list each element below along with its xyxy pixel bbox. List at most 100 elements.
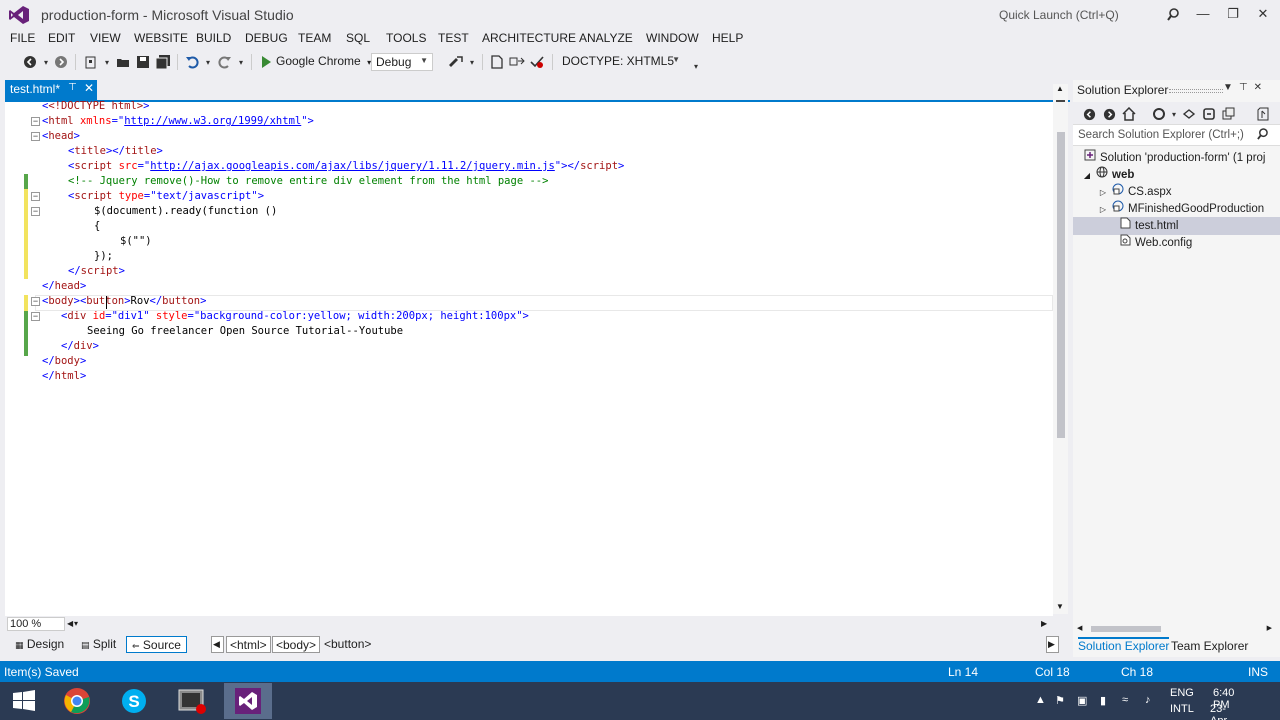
tree-item-mfinishedgoodproduction[interactable]: ▷ MFinishedGoodProduction <box>1098 200 1264 217</box>
restore-button[interactable]: ❐ <box>1220 4 1246 24</box>
breadcrumb-html[interactable]: <html> <box>226 636 271 653</box>
tree-item-cs-aspx[interactable]: ▷ CS.aspx <box>1098 183 1171 200</box>
scroll-down-icon[interactable]: ▼ <box>1056 602 1064 611</box>
breadcrumb-right-icon[interactable]: ▶ <box>1046 636 1059 653</box>
scroll-up-icon[interactable]: ▲ <box>1056 84 1064 93</box>
refresh-icon[interactable] <box>1201 106 1217 122</box>
collapse-toggle-icon[interactable]: − <box>31 207 40 216</box>
zoom-dropdown[interactable]: 100 % ▾ <box>7 617 78 631</box>
new-project-dropdown-icon[interactable]: ▾ <box>99 54 115 70</box>
breadcrumb-left-icon[interactable]: ◀ <box>211 636 224 653</box>
tray-overflow-icon[interactable]: ▲ <box>1035 694 1046 706</box>
scroll-left-icon[interactable]: ◀ <box>67 619 73 628</box>
toolbar-overflow-icon[interactable]: ▾ <box>688 58 704 74</box>
expanded-arrow-icon[interactable]: ◢ <box>1082 167 1092 184</box>
collapse-all-icon[interactable] <box>1221 106 1237 122</box>
attach-to-process-icon[interactable] <box>448 54 464 70</box>
keyboard-layout[interactable]: INTL <box>1170 703 1194 715</box>
source-view-tab[interactable]: ⇐ Source <box>126 636 187 653</box>
collapsed-arrow-icon[interactable]: ▷ <box>1098 184 1108 201</box>
wifi-icon[interactable]: ≈ <box>1122 694 1128 706</box>
collapse-toggle-icon[interactable]: − <box>31 117 40 126</box>
script-src-link[interactable]: http://ajax.googleapis.com/ajax/libs/jqu… <box>150 160 555 172</box>
pin-icon[interactable]: ⊤ <box>68 82 77 93</box>
editor-vertical-scrollbar[interactable]: ▲ ▼ <box>1053 84 1068 614</box>
menu-build[interactable]: BUILD <box>196 31 231 45</box>
menu-sql[interactable]: SQL <box>346 31 370 45</box>
solution-explorer-horizontal-scrollbar[interactable]: ◀ ▶ <box>1077 624 1272 634</box>
close-tab-icon[interactable]: ✕ <box>84 81 94 95</box>
menu-tools[interactable]: TOOLS <box>386 31 426 45</box>
design-view-tab[interactable]: ▦ Design <box>10 636 69 653</box>
pending-changes-filter-icon[interactable] <box>1151 106 1167 122</box>
collapse-toggle-icon[interactable]: − <box>31 132 40 141</box>
pin-icon[interactable]: ⊤ <box>1239 82 1254 93</box>
redo-icon[interactable] <box>217 54 233 70</box>
back-icon[interactable] <box>1081 106 1097 122</box>
collapsed-arrow-icon[interactable]: ▷ <box>1098 201 1108 218</box>
menu-window[interactable]: WINDOW <box>646 31 699 45</box>
forward-icon[interactable] <box>1101 106 1117 122</box>
menu-view[interactable]: VIEW <box>90 31 121 45</box>
network-tray-icon[interactable]: ▣ <box>1077 694 1087 707</box>
menu-help[interactable]: HELP <box>712 31 743 45</box>
collapse-toggle-icon[interactable]: − <box>31 297 40 306</box>
undo-icon[interactable] <box>184 54 200 70</box>
quick-launch-input[interactable]: Quick Launch (Ctrl+Q) <box>992 4 1186 26</box>
code-editor[interactable]: − − − − − − <<!DOCTYPE html>> <html xmln… <box>5 100 1053 616</box>
start-debugging-icon[interactable] <box>258 54 274 70</box>
menu-architecture[interactable]: ARCHITECTURE <box>482 31 576 45</box>
battery-icon[interactable]: ▮ <box>1100 694 1106 707</box>
undo-dropdown-icon[interactable]: ▾ <box>200 54 216 70</box>
scroll-right-icon[interactable]: ▶ <box>1041 619 1047 628</box>
solution-configuration-dropdown[interactable]: Debug ▼ <box>371 53 433 71</box>
split-view-tab[interactable]: ▤ Split <box>76 636 121 653</box>
scroll-right-icon[interactable]: ▶ <box>1267 624 1272 632</box>
navigate-back-dropdown-icon[interactable]: ▾ <box>38 54 54 70</box>
solution-explorer-search-input[interactable]: Search Solution Explorer (Ctrl+;) <box>1073 124 1280 146</box>
taskbar-chrome-button[interactable] <box>53 683 101 719</box>
sync-icon[interactable] <box>1181 106 1197 122</box>
breadcrumb-body[interactable]: <body> <box>272 636 321 653</box>
menu-analyze[interactable]: ANALYZE <box>579 31 633 45</box>
menu-file[interactable]: FILE <box>10 31 35 45</box>
minimize-button[interactable]: — <box>1190 4 1216 24</box>
taskbar-visual-studio-button[interactable] <box>224 683 272 719</box>
tree-item-web-config[interactable]: Web.config <box>1118 234 1192 251</box>
navigate-back-icon[interactable] <box>22 54 38 70</box>
scrollbar-thumb[interactable] <box>1057 132 1065 438</box>
save-all-icon[interactable] <box>155 54 171 70</box>
open-file-icon[interactable] <box>115 54 131 70</box>
input-language[interactable]: ENG <box>1170 687 1194 699</box>
volume-muted-icon[interactable]: ♪ <box>1145 694 1151 706</box>
collapse-toggle-icon[interactable]: − <box>31 312 40 321</box>
tree-item-test-html[interactable]: test.html <box>1118 217 1178 234</box>
document-outline-icon[interactable] <box>489 54 505 70</box>
start-button[interactable] <box>0 683 48 719</box>
taskbar-recorder-button[interactable] <box>168 683 216 719</box>
toolbar-overflow-icon[interactable] <box>1255 106 1271 122</box>
check-accessibility-icon[interactable] <box>529 54 545 70</box>
filter-dropdown-icon[interactable]: ▾ <box>1166 106 1182 122</box>
tab-test-html[interactable]: test.html* ⊤ ✕ <box>5 80 97 100</box>
scroll-left-icon[interactable]: ◀ <box>1077 624 1082 632</box>
close-window-button[interactable]: ✕ <box>1250 4 1276 24</box>
flag-icon[interactable]: ⚑ <box>1055 694 1065 707</box>
save-icon[interactable] <box>135 54 151 70</box>
tab-solution-explorer[interactable]: Solution Explorer <box>1078 637 1170 653</box>
close-icon[interactable]: ✕ <box>1254 82 1268 93</box>
new-project-icon[interactable] <box>83 54 99 70</box>
scrollbar-thumb[interactable] <box>1091 626 1161 632</box>
namespace-link[interactable]: http://www.w3.org/1999/xhtml <box>124 115 301 127</box>
search-icon[interactable] <box>1257 128 1268 144</box>
attach-dropdown-icon[interactable]: ▾ <box>464 54 480 70</box>
tray-clock-date[interactable]: 23-Apr-15 <box>1210 703 1231 720</box>
menu-test[interactable]: TEST <box>438 31 469 45</box>
breadcrumb-button[interactable]: <button> <box>321 636 374 653</box>
menu-website[interactable]: WEBSITE <box>134 31 188 45</box>
browser-selector[interactable]: Google Chrome ▾ <box>276 54 371 68</box>
menu-edit[interactable]: EDIT <box>48 31 75 45</box>
menu-debug[interactable]: DEBUG <box>245 31 288 45</box>
format-document-icon[interactable] <box>509 54 525 70</box>
menu-team[interactable]: TEAM <box>298 31 331 45</box>
